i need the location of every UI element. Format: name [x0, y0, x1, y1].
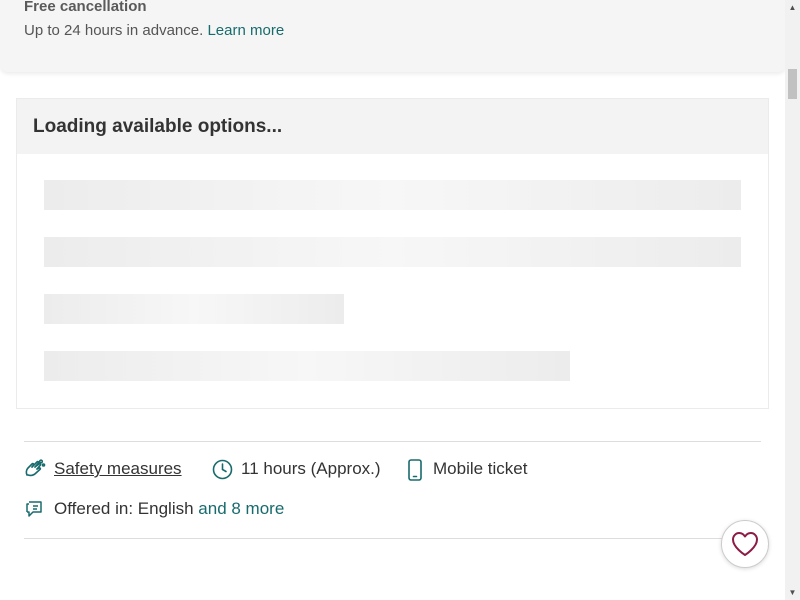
divider [24, 538, 761, 539]
cancellation-text: Up to 24 hours in advance. [24, 22, 204, 39]
scroll-down-arrow-icon[interactable]: ▼ [785, 585, 800, 600]
loading-text: Loading available options... [33, 116, 283, 137]
heart-icon [732, 532, 758, 556]
options-panel: Loading available options... [16, 98, 769, 409]
scrollbar-thumb[interactable] [788, 69, 797, 99]
scrollbar[interactable]: ▲ ▼ [785, 0, 800, 600]
language-text: Offered in: English and 8 more [54, 499, 284, 519]
scroll-up-arrow-icon[interactable]: ▲ [785, 0, 800, 15]
safety-measures-link[interactable]: Safety measures [54, 459, 182, 479]
skeleton-line [44, 294, 344, 324]
mobile-ticket-text: Mobile ticket [433, 459, 528, 478]
language-prefix: Offered in: English [54, 499, 194, 518]
cancellation-title: Free cancellation [24, 0, 147, 15]
skeleton-line [44, 180, 741, 210]
cancellation-description: Up to 24 hours in advance. Learn more [24, 22, 284, 39]
learn-more-link[interactable]: Learn more [207, 22, 284, 39]
clock-icon [212, 459, 233, 485]
speech-bubble-icon [24, 499, 44, 524]
skeleton-line [44, 237, 741, 267]
cancellation-card: Free cancellation Up to 24 hours in adva… [0, 0, 786, 72]
page: Free cancellation Up to 24 hours in adva… [0, 0, 800, 600]
hands-clean-icon [24, 458, 46, 485]
divider [24, 441, 761, 442]
duration-text: 11 hours (Approx.) [241, 459, 381, 478]
skeleton-line [44, 351, 570, 381]
options-header: Loading available options... [17, 99, 768, 154]
more-languages-link[interactable]: and 8 more [198, 499, 284, 518]
wishlist-button[interactable] [721, 520, 769, 568]
phone-icon [407, 459, 423, 486]
